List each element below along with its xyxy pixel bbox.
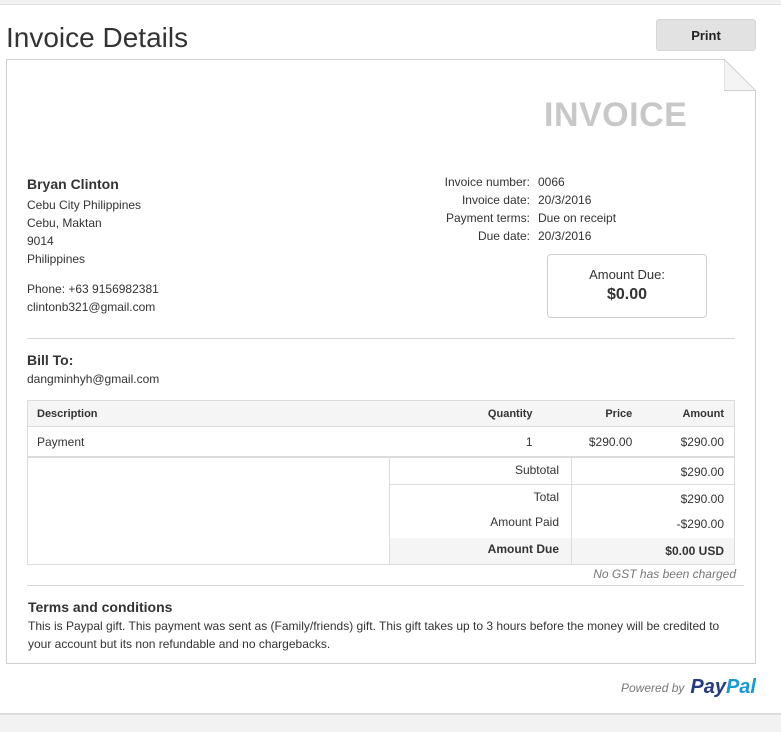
total-label: Total	[390, 485, 572, 511]
bottom-border	[0, 713, 781, 732]
meta-value: 20/3/2016	[538, 193, 592, 207]
meta-row: Invoice number: 0066	[387, 173, 616, 191]
bill-to-label: Bill To:	[27, 352, 74, 368]
meta-row: Due date: 20/3/2016	[387, 227, 616, 245]
merchant-address-line: Philippines	[27, 252, 86, 266]
meta-label: Invoice date:	[461, 193, 530, 207]
merchant-address-line: Cebu City Philippines	[27, 198, 142, 212]
amount-due-row: Amount Due $0.00 USD	[390, 538, 734, 564]
bill-to-email: dangminhyh@gmail.com	[27, 372, 160, 386]
column-header-description: Description	[37, 407, 98, 420]
gst-note: No GST has been charged	[593, 567, 736, 581]
meta-row: Invoice date: 20/3/2016	[387, 191, 616, 209]
amount-due-total-label: Amount Due	[390, 538, 572, 564]
totals-spacer	[28, 458, 390, 564]
item-price: $290.00	[588, 434, 633, 449]
merchant-address-line: Cebu, Maktan	[27, 216, 102, 230]
column-header-price: Price	[605, 407, 633, 420]
amount-due-total-value: $0.00 USD	[665, 544, 724, 558]
merchant-email: clintonb321@gmail.com	[27, 300, 156, 314]
column-header-amount: Amount	[682, 407, 724, 420]
merchant-phone: Phone: +63 9156982381	[27, 282, 159, 296]
merchant-address-line: 9014	[27, 234, 54, 248]
subtotal-row: Subtotal $290.00	[390, 458, 734, 485]
item-quantity: 1	[525, 434, 533, 449]
invoice-meta: Invoice number: 0066 Invoice date: 20/3/…	[387, 173, 616, 245]
divider	[27, 585, 744, 586]
amount-due-box: Amount Due: $0.00	[547, 254, 707, 318]
item-description: Payment	[37, 434, 85, 449]
amount-paid-row: Amount Paid -$290.00	[390, 511, 734, 538]
totals-table: Subtotal $290.00 Total $290.00 Amount Pa…	[27, 457, 735, 565]
invoice-paper: INVOICE Bryan Clinton Cebu City Philippi…	[6, 59, 756, 664]
meta-value: Due on receipt	[538, 211, 617, 225]
amount-due-value: $0.00	[606, 286, 648, 303]
powered-by: Powered by PayPal	[560, 676, 756, 699]
page-fold-icon	[724, 59, 756, 91]
amount-due-label: Amount Due:	[589, 267, 665, 282]
total-value: $290.00	[680, 492, 724, 506]
meta-value: 20/3/2016	[538, 229, 592, 243]
amount-paid-value: -$290.00	[676, 517, 724, 531]
meta-value: 0066	[538, 175, 565, 189]
terms-heading: Terms and conditions	[28, 599, 173, 615]
meta-row: Payment terms: Due on receipt	[387, 209, 616, 227]
page-title: Invoice Details	[6, 22, 189, 53]
divider	[27, 338, 735, 339]
meta-label: Due date:	[477, 229, 530, 243]
top-border	[0, 0, 781, 5]
subtotal-label: Subtotal	[390, 458, 572, 484]
merchant-name: Bryan Clinton	[27, 176, 119, 192]
amount-paid-label: Amount Paid	[390, 511, 572, 538]
print-button[interactable]: Print	[656, 19, 756, 51]
item-amount: $290.00	[680, 434, 724, 449]
items-table: Description Quantity Price Amount Paymen…	[27, 400, 735, 457]
invoice-heading: INVOICE	[544, 96, 688, 134]
items-header-row: Description Quantity Price Amount	[28, 401, 734, 427]
column-header-quantity: Quantity	[487, 407, 533, 420]
total-row: Total $290.00	[390, 485, 734, 511]
merchant-info: Bryan Clinton Cebu City Philippines Cebu…	[27, 176, 159, 316]
meta-label: Invoice number:	[444, 175, 530, 189]
powered-by-text: Powered by	[621, 680, 685, 695]
meta-label: Payment terms:	[445, 211, 530, 225]
terms-text: This is Paypal gift. This payment was se…	[28, 619, 720, 651]
table-row: Payment 1 $290.00 $290.00	[28, 427, 734, 456]
subtotal-value: $290.00	[680, 465, 724, 479]
paypal-logo: PayPal	[690, 676, 756, 698]
